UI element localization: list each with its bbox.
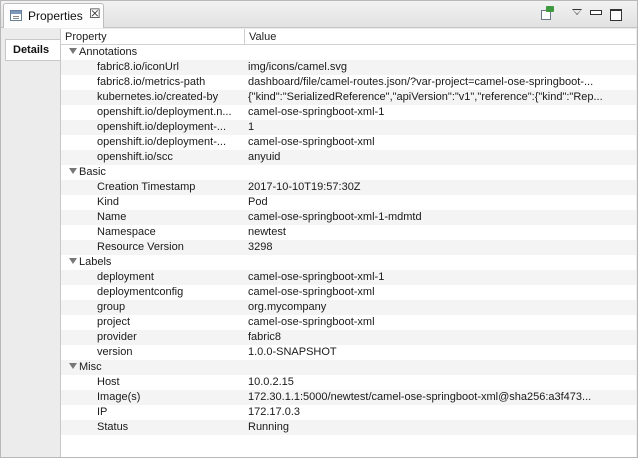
property-column-header[interactable]: Property <box>65 31 107 43</box>
value-cell: newtest <box>248 226 286 238</box>
expand-toggle-icon[interactable] <box>69 168 77 174</box>
table-row[interactable]: Name camel-ose-springboot-xml-1-mdmtd <box>61 210 636 225</box>
value-cell: Pod <box>248 196 268 208</box>
value-cell: camel-ose-springboot-xml <box>248 316 375 328</box>
close-icon[interactable]: ☒ <box>89 7 101 21</box>
table-row[interactable]: fabric8.io/metrics-path dashboard/file/ca… <box>61 75 636 90</box>
pin-to-selection-icon[interactable] <box>539 6 555 22</box>
group-label: Annotations <box>79 46 138 58</box>
table-row[interactable]: Kind Pod <box>61 195 636 210</box>
view-title-bar: Properties ☒ <box>1 1 637 28</box>
value-cell: camel-ose-springboot-xml <box>248 286 375 298</box>
expand-toggle-icon[interactable] <box>69 258 77 264</box>
maximize-icon[interactable] <box>607 6 623 22</box>
value-cell: camel-ose-springboot-xml-1 <box>248 106 385 118</box>
property-cell: Name <box>97 211 127 223</box>
property-cell: Kind <box>97 196 120 208</box>
property-cell: fabric8.io/metrics-path <box>97 76 206 88</box>
property-cell: deploymentconfig <box>97 286 184 298</box>
property-cell: openshift.io/deployment-... <box>97 121 227 133</box>
table-row[interactable]: version 1.0.0-SNAPSHOT <box>61 345 636 360</box>
value-cell: 10.0.2.15 <box>248 376 294 388</box>
group-label: Basic <box>79 166 106 178</box>
table-row[interactable]: openshift.io/scc anyuid <box>61 150 636 165</box>
table-row[interactable]: Namespace newtest <box>61 225 636 240</box>
value-cell: 3298 <box>248 241 273 253</box>
property-cell: openshift.io/scc <box>97 151 173 163</box>
table-header: Property Value <box>61 29 636 45</box>
expand-toggle-icon[interactable] <box>69 48 77 54</box>
property-cell: deployment <box>97 271 154 283</box>
table-row[interactable]: Resource Version 3298 <box>61 240 636 255</box>
table-row[interactable]: deployment camel-ose-springboot-xml-1 <box>61 270 636 285</box>
properties-tab-label: Properties <box>28 9 83 23</box>
table-row[interactable]: project camel-ose-springboot-xml <box>61 315 636 330</box>
group-row-labels[interactable]: Labels <box>61 255 636 270</box>
value-cell: 1.0.0-SNAPSHOT <box>248 346 337 358</box>
group-row-annotations[interactable]: Annotations <box>61 45 636 60</box>
table-row[interactable]: deploymentconfig camel-ose-springboot-xml <box>61 285 636 300</box>
property-cell: openshift.io/deployment-... <box>97 136 227 148</box>
property-cell: Namespace <box>97 226 156 238</box>
view-menu-icon[interactable] <box>570 6 586 22</box>
table-row[interactable]: Image(s) 172.30.1.1:5000/newtest/camel-os… <box>61 390 636 405</box>
group-label: Misc <box>79 361 102 373</box>
details-side-tab[interactable]: Details <box>5 39 60 61</box>
group-row-misc[interactable]: Misc <box>61 360 636 375</box>
property-cell: fabric8.io/iconUrl <box>97 61 179 73</box>
table-row[interactable]: openshift.io/deployment-... camel-ose-spr… <box>61 135 636 150</box>
property-cell: Status <box>97 421 129 433</box>
value-cell: camel-ose-springboot-xml <box>248 136 375 148</box>
table-row[interactable]: provider fabric8 <box>61 330 636 345</box>
table-row[interactable]: Creation Timestamp 2017-10-10T19:57:30Z <box>61 180 636 195</box>
value-cell: Running <box>248 421 289 433</box>
value-cell: org.mycompany <box>248 301 327 313</box>
side-tab-list: Details <box>1 29 60 457</box>
table-row[interactable]: openshift.io/deployment.n... camel-ose-sp… <box>61 105 636 120</box>
value-cell: 2017-10-10T19:57:30Z <box>248 181 361 193</box>
value-cell: fabric8 <box>248 331 282 343</box>
property-cell: IP <box>97 406 108 418</box>
property-cell: project <box>97 316 131 328</box>
property-cell: Creation Timestamp <box>97 181 196 193</box>
table-row[interactable]: Host 10.0.2.15 <box>61 375 636 390</box>
details-side-tab-label: Details <box>13 44 50 56</box>
property-cell: openshift.io/deployment.n... <box>97 106 232 118</box>
value-cell: 172.17.0.3 <box>248 406 300 418</box>
property-cell: group <box>97 301 126 313</box>
column-divider[interactable] <box>244 29 245 45</box>
property-cell: Resource Version <box>97 241 184 253</box>
expand-toggle-icon[interactable] <box>69 363 77 369</box>
value-cell: 172.30.1.1:5000/newtest/camel-ose-spring… <box>248 391 592 403</box>
table-row[interactable]: openshift.io/deployment-... 1 <box>61 120 636 135</box>
property-cell: Image(s) <box>97 391 141 403</box>
group-row-basic[interactable]: Basic <box>61 165 636 180</box>
group-label: Labels <box>79 256 112 268</box>
property-cell: provider <box>97 331 137 343</box>
properties-tab[interactable]: Properties ☒ <box>3 3 104 28</box>
property-cell: kubernetes.io/created-by <box>97 91 219 103</box>
value-cell: 1 <box>248 121 255 133</box>
value-cell: img/icons/camel.svg <box>248 61 348 73</box>
value-cell: camel-ose-springboot-xml-1 <box>248 271 385 283</box>
table-row[interactable]: fabric8.io/iconUrl img/icons/camel.svg <box>61 60 636 75</box>
properties-table[interactable]: Property Value Annotations fabric8.io/ico… <box>60 29 636 457</box>
minimize-icon[interactable] <box>587 6 603 22</box>
value-cell: anyuid <box>248 151 281 163</box>
value-cell: camel-ose-springboot-xml-1-mdmtd <box>248 211 422 223</box>
value-column-header[interactable]: Value <box>249 31 276 43</box>
value-cell: dashboard/file/camel-routes.json/?var-pr… <box>248 76 594 88</box>
properties-view: Properties ☒ Details Property Value Anno… <box>0 0 638 458</box>
properties-view-icon <box>10 10 22 21</box>
table-row[interactable]: IP 172.17.0.3 <box>61 405 636 420</box>
table-row[interactable]: group org.mycompany <box>61 300 636 315</box>
property-cell: version <box>97 346 133 358</box>
property-cell: Host <box>97 376 120 388</box>
table-row[interactable]: kubernetes.io/created-by {"kind":"Seriali… <box>61 90 636 105</box>
table-body: Annotations fabric8.io/iconUrl img/icons/c… <box>61 45 636 435</box>
value-cell: {"kind":"SerializedReference","apiVersio… <box>248 91 603 103</box>
table-row[interactable]: Status Running <box>61 420 636 435</box>
